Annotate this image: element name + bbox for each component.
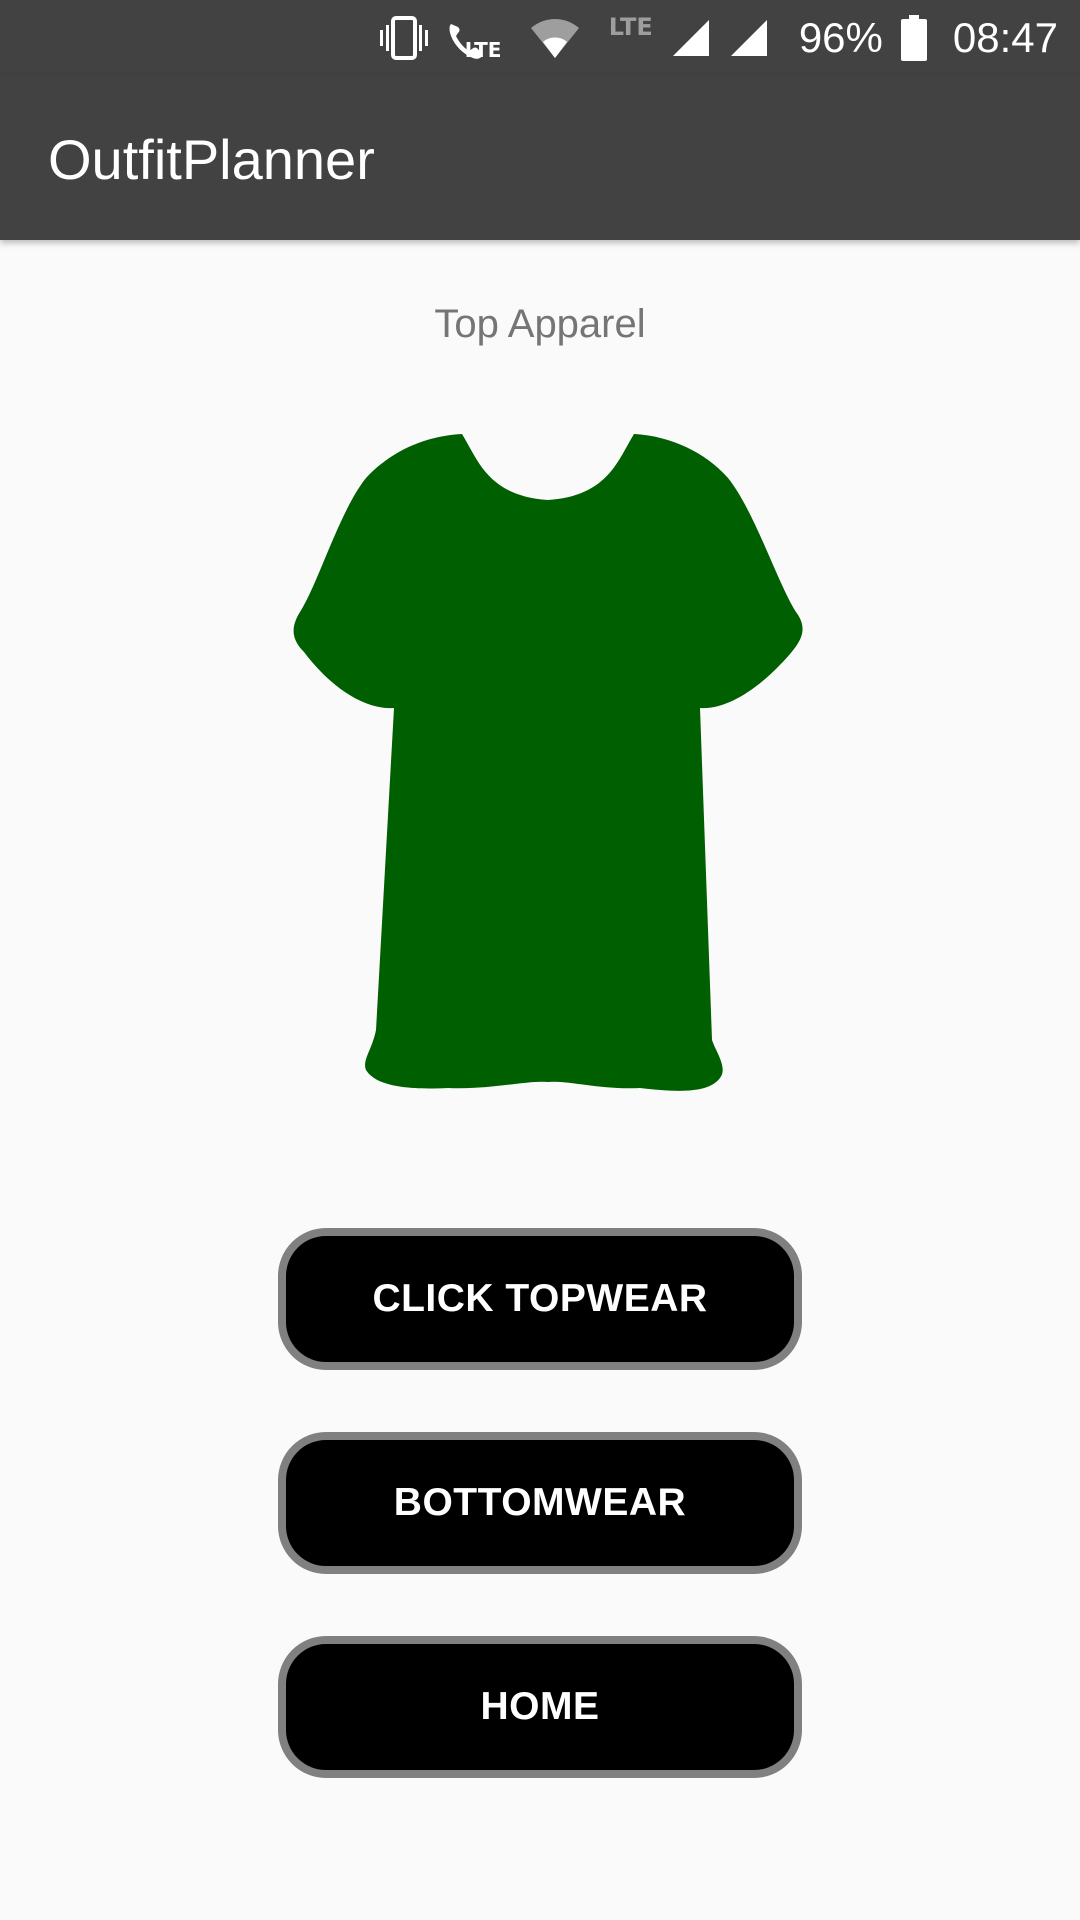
clock: 08:47 bbox=[952, 13, 1058, 61]
tshirt-image bbox=[293, 434, 803, 1091]
home-button[interactable]: HOME bbox=[278, 1636, 802, 1778]
volte-call-icon: LTE bbox=[445, 16, 501, 62]
signal-icon bbox=[729, 18, 769, 58]
section-label: Top Apparel bbox=[434, 302, 646, 346]
app-bar: OutfitPlanner bbox=[0, 75, 1080, 240]
app-title: OutfitPlanner bbox=[48, 128, 375, 191]
lte-small-label: LTE bbox=[464, 37, 502, 62]
wifi-icon bbox=[529, 18, 581, 58]
battery-icon bbox=[900, 14, 927, 61]
bottomwear-button[interactable]: BOTTOMWEAR bbox=[278, 1432, 802, 1574]
topwear-button[interactable]: CLICK TOPWEAR bbox=[278, 1228, 802, 1370]
signal-icon bbox=[671, 18, 711, 58]
battery-percent: 96% bbox=[798, 13, 883, 61]
status-bar: LTE LTE 96% 08:47 bbox=[0, 0, 1080, 75]
status-icons: LTE LTE 96% 08:47 bbox=[363, 0, 1058, 75]
lte-label: LTE bbox=[608, 12, 653, 41]
vibrate-icon bbox=[377, 15, 431, 60]
